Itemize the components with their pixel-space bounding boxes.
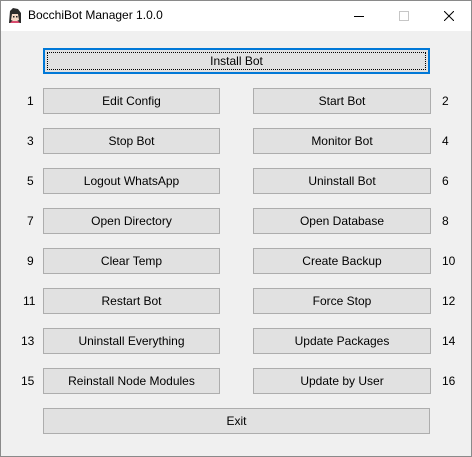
install-bot-button[interactable]: Install Bot bbox=[43, 48, 430, 74]
focus-rectangle bbox=[47, 52, 426, 70]
label-number-10: 10 bbox=[442, 254, 456, 268]
label-number-6: 6 bbox=[442, 174, 449, 188]
close-button[interactable] bbox=[426, 1, 471, 31]
open-directory-button[interactable]: Open Directory bbox=[43, 208, 220, 234]
app-window: BocchiBot Manager 1.0.0 Install Bot 1 Ed… bbox=[0, 0, 472, 457]
monitor-bot-button[interactable]: Monitor Bot bbox=[253, 128, 431, 154]
open-database-button[interactable]: Open Database bbox=[253, 208, 431, 234]
start-bot-button[interactable]: Start Bot bbox=[253, 88, 431, 114]
label-number-9: 9 bbox=[27, 254, 34, 268]
edit-config-button[interactable]: Edit Config bbox=[43, 88, 220, 114]
update-by-user-button[interactable]: Update by User bbox=[253, 368, 431, 394]
window-title: BocchiBot Manager 1.0.0 bbox=[28, 8, 163, 22]
label-number-8: 8 bbox=[442, 214, 449, 228]
minimize-button[interactable] bbox=[336, 1, 381, 31]
label-number-16: 16 bbox=[442, 374, 456, 388]
label-number-7: 7 bbox=[27, 214, 34, 228]
label-number-5: 5 bbox=[27, 174, 34, 188]
label-number-2: 2 bbox=[442, 94, 449, 108]
maximize-button[interactable] bbox=[381, 1, 426, 31]
exit-button[interactable]: Exit bbox=[43, 408, 430, 434]
uninstall-everything-button[interactable]: Uninstall Everything bbox=[43, 328, 220, 354]
restart-bot-button[interactable]: Restart Bot bbox=[43, 288, 220, 314]
create-backup-button[interactable]: Create Backup bbox=[253, 248, 431, 274]
label-number-12: 12 bbox=[442, 294, 456, 308]
label-number-15: 15 bbox=[21, 374, 35, 388]
label-number-1: 1 bbox=[27, 94, 34, 108]
stop-bot-button[interactable]: Stop Bot bbox=[43, 128, 220, 154]
force-stop-button[interactable]: Force Stop bbox=[253, 288, 431, 314]
reinstall-node-modules-button[interactable]: Reinstall Node Modules bbox=[43, 368, 220, 394]
uninstall-bot-button[interactable]: Uninstall Bot bbox=[253, 168, 431, 194]
label-number-4: 4 bbox=[442, 134, 449, 148]
logout-whatsapp-button[interactable]: Logout WhatsApp bbox=[43, 168, 220, 194]
maximize-icon bbox=[398, 11, 409, 21]
label-number-13: 13 bbox=[21, 334, 35, 348]
label-number-14: 14 bbox=[442, 334, 456, 348]
label-number-3: 3 bbox=[27, 134, 34, 148]
update-packages-button[interactable]: Update Packages bbox=[253, 328, 431, 354]
clear-temp-button[interactable]: Clear Temp bbox=[43, 248, 220, 274]
close-icon bbox=[443, 11, 454, 21]
app-icon bbox=[7, 7, 23, 25]
label-number-11: 11 bbox=[23, 294, 36, 308]
minimize-icon bbox=[353, 16, 364, 17]
title-bar[interactable]: BocchiBot Manager 1.0.0 bbox=[1, 1, 471, 31]
